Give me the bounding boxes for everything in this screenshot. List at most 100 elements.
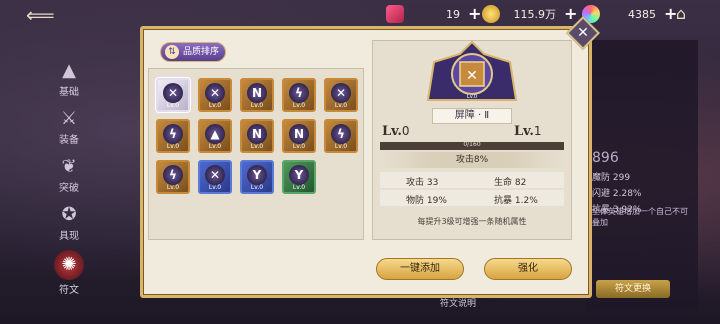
exp-text: 0/160 xyxy=(463,141,481,148)
enhance-button[interactable]: 强化 xyxy=(484,258,572,280)
rune-level: Lv.0 xyxy=(292,102,306,109)
rune-slot[interactable]: ▲ Lv.0 xyxy=(198,119,232,153)
bg-stat-label: 魔防 xyxy=(592,173,611,183)
rune-glyph-icon: ✕ xyxy=(163,83,183,103)
rune-name: 屏障 · Ⅱ xyxy=(432,108,512,124)
stat-value: 19% xyxy=(426,196,447,206)
rune-glyph-icon: Y xyxy=(247,165,267,185)
gold-add-button[interactable]: + xyxy=(564,6,577,22)
stat-crit-res: 抗暴 1.2% xyxy=(494,193,538,206)
close-icon: ✕ xyxy=(577,25,589,41)
triangle-icon: ▲ xyxy=(62,60,76,81)
gold-coin-icon xyxy=(482,5,500,23)
rune-change-button[interactable]: 符文更换 xyxy=(596,280,670,298)
orb-resource: 4385 + xyxy=(582,4,677,24)
rune-slot[interactable]: ✕ Lv.0 xyxy=(324,78,358,112)
next-level: Lv.1 xyxy=(514,124,542,139)
nav-label: 符文 xyxy=(59,285,79,296)
nav-label: 突破 xyxy=(59,183,79,194)
gem-value: 19 xyxy=(446,7,460,21)
rune-level: Lv.0 xyxy=(208,102,222,109)
rune-glyph-icon: ✕ xyxy=(205,165,225,185)
rune-glyph-icon: ϟ xyxy=(163,165,183,185)
rune-slot[interactable]: ϟ Lv.0 xyxy=(324,119,358,153)
rune-slot[interactable]: N Lv.0 xyxy=(282,119,316,153)
rune-level: Lv.0 xyxy=(166,184,180,191)
rune-level: Lv.0 xyxy=(166,102,180,109)
wing-icon: ❦ xyxy=(61,156,77,177)
main-attribute: 攻击8% xyxy=(380,152,564,168)
rune-glyph-icon: ϟ xyxy=(163,124,183,144)
orb-value: 4385 xyxy=(628,7,656,21)
rune-level: Lv.0 xyxy=(166,143,180,150)
rune-slot[interactable]: N Lv.0 xyxy=(240,78,274,112)
nav-item-breakthrough[interactable]: ❦ 突破 xyxy=(40,156,98,202)
stat-label: 物防 xyxy=(406,196,425,206)
rune-level: Lv.0 xyxy=(208,143,222,150)
gem-add-button[interactable]: + xyxy=(468,6,481,22)
nav-item-equipment[interactable]: ⚔ 装备 xyxy=(40,108,98,154)
lv-prefix: Lv. xyxy=(514,124,534,139)
bg-stat-label: 闪避 xyxy=(592,189,611,199)
stat-value: 82 xyxy=(514,178,527,188)
nav-label: 基础 xyxy=(59,87,79,98)
bg-stat-row: 魔防 299 xyxy=(592,170,630,183)
rune-level: Lv.0 xyxy=(250,102,264,109)
sort-label: 品质排序 xyxy=(183,47,220,57)
upgrade-tip: 每提升3级可增强一条随机属性 xyxy=(417,217,527,226)
gem-resource: 19 + xyxy=(386,4,481,24)
rune-slot[interactable]: ✕ Lv.0 xyxy=(198,78,232,112)
rune-level: Lv.0 xyxy=(250,143,264,150)
rune-slot[interactable]: ϟ Lv.0 xyxy=(156,119,190,153)
next-lv-value: 1 xyxy=(533,124,542,138)
nav-label: 装备 xyxy=(59,135,79,146)
rune-slot[interactable]: N Lv.0 xyxy=(240,119,274,153)
bg-stat-value: 299 xyxy=(612,173,631,183)
background-stats-panel: 896 魔防 299 闪避 2.28% 抗暴 3.92% xyxy=(586,40,698,310)
rune-glyph-icon: ϟ xyxy=(289,83,309,103)
current-level: Lv.0 xyxy=(382,124,410,139)
bg-note: 全体英雄增加一个自己不可叠加 xyxy=(592,207,688,227)
rune-icon: ✺ xyxy=(54,250,84,280)
rune-glyph-icon: N xyxy=(247,124,267,144)
svg-text:✕: ✕ xyxy=(466,68,478,84)
rune-slot[interactable]: ✕ Lv.0 xyxy=(156,78,190,112)
emblem-icon: ✪ xyxy=(61,204,77,225)
stat-pdef: 物防 19% xyxy=(406,193,447,206)
quick-add-button[interactable]: 一键添加 xyxy=(376,258,464,280)
rune-slot[interactable]: ϟ Lv.0 xyxy=(156,160,190,194)
nav-item-runes[interactable]: ✺ 符文 xyxy=(40,250,98,296)
rune-crest: ✕ Lv.0 xyxy=(426,40,518,101)
crest-lv: Lv.0 xyxy=(467,94,477,100)
sort-icon: ⇅ xyxy=(165,45,179,59)
rune-level: Lv.0 xyxy=(334,143,348,150)
rune-level: Lv.0 xyxy=(292,184,306,191)
rune-glyph-icon: ✕ xyxy=(331,83,351,103)
gold-value: 115.9万 xyxy=(513,8,557,21)
nav-item-manifest[interactable]: ✪ 具现 xyxy=(40,204,98,250)
bg-stat-value: 2.28% xyxy=(612,189,642,199)
nav-label: 具现 xyxy=(59,231,79,242)
rune-level: Lv.0 xyxy=(208,184,222,191)
stat-label: 抗暴 xyxy=(494,196,513,206)
rune-slot[interactable]: ϟ Lv.0 xyxy=(282,78,316,112)
rune-glyph-icon: ▲ xyxy=(205,124,225,144)
current-lv-value: 0 xyxy=(401,124,410,138)
nav-item-basic[interactable]: ▲ 基础 xyxy=(40,60,98,106)
rune-slot[interactable]: Y Lv.0 xyxy=(240,160,274,194)
rune-glyph-icon: ✕ xyxy=(205,83,225,103)
rune-slot[interactable]: ✕ Lv.0 xyxy=(198,160,232,194)
stat-value: 33 xyxy=(426,178,439,188)
rune-level: Lv.0 xyxy=(292,143,306,150)
gold-resource: 115.9万 + xyxy=(482,4,577,24)
back-arrow-icon[interactable]: ⟸ xyxy=(26,4,56,26)
sword-icon: ⚔ xyxy=(60,108,78,129)
rune-level: Lv.0 xyxy=(250,184,264,191)
home-temple-icon[interactable]: ⌂ xyxy=(670,4,692,24)
stat-value: 1.2% xyxy=(514,196,538,206)
exp-bar: 0/160 xyxy=(380,141,564,150)
quality-sort-button[interactable]: ⇅ 品质排序 xyxy=(160,42,226,62)
stat-hp: 生命 82 xyxy=(494,175,526,188)
rune-glyph-icon: Y xyxy=(289,165,309,185)
rune-slot[interactable]: Y Lv.0 xyxy=(282,160,316,194)
